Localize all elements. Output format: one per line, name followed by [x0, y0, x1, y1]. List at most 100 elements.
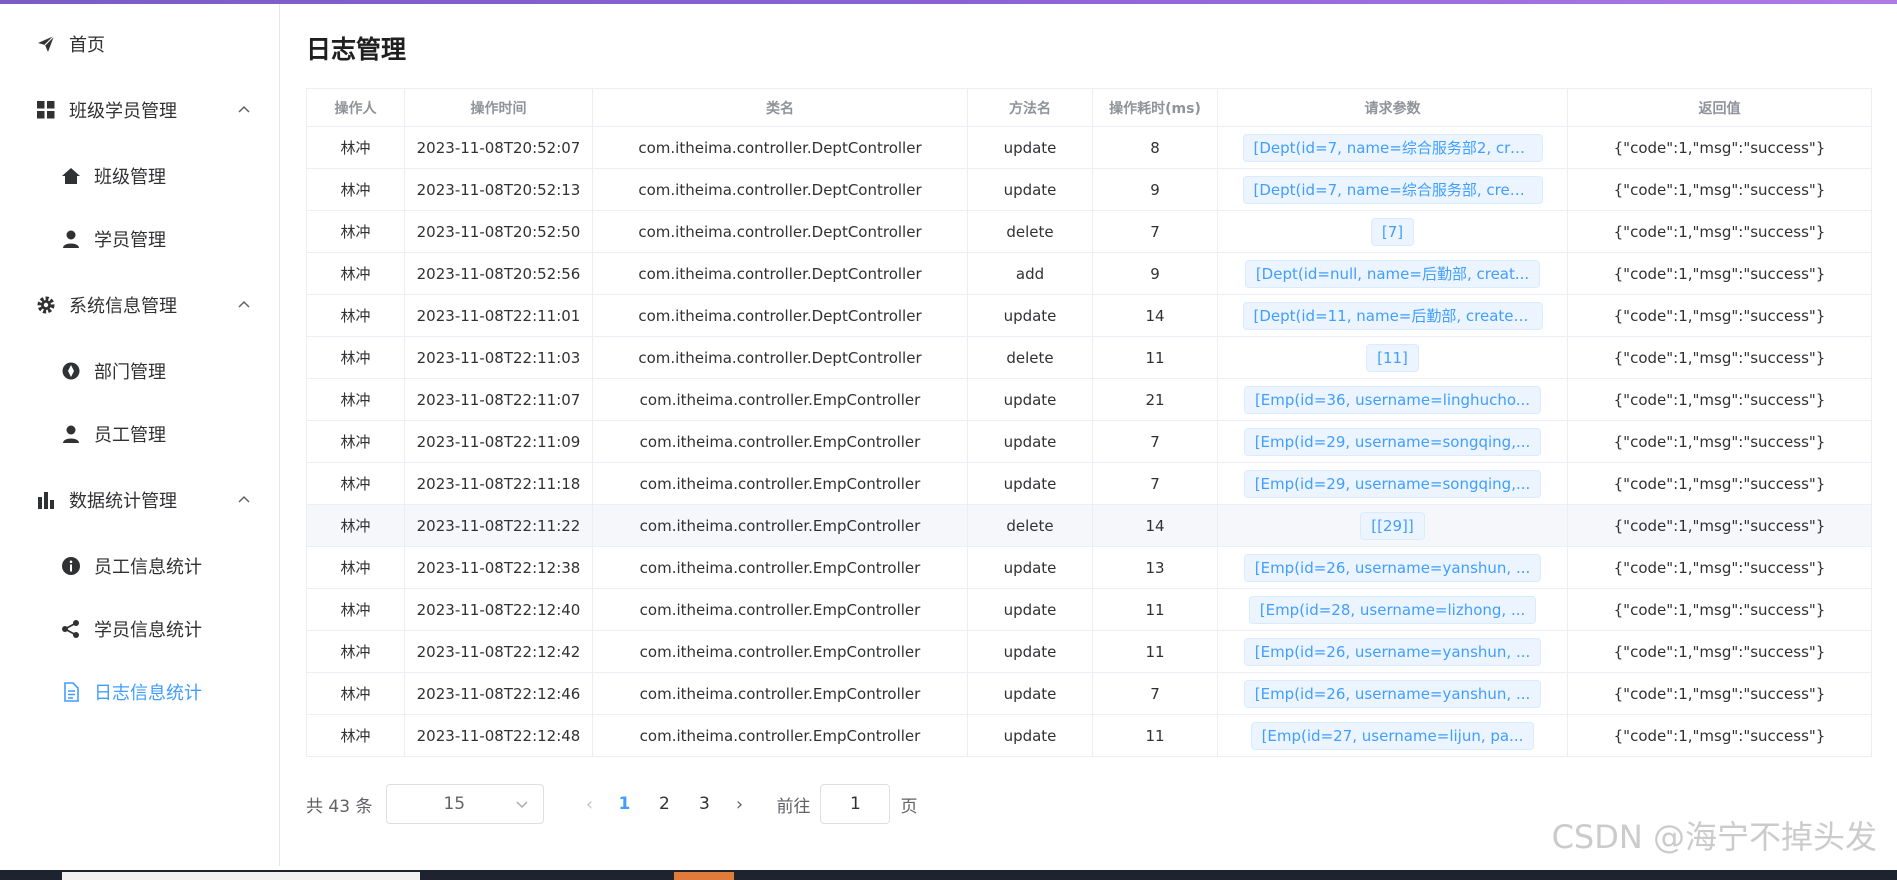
- cell-operator: 林冲: [306, 504, 405, 547]
- cell-class: com.itheima.controller.DeptController: [592, 336, 968, 379]
- cell-class: com.itheima.controller.DeptController: [592, 252, 968, 295]
- params-tag[interactable]: [Emp(id=29, username=songqing,...: [1243, 469, 1542, 498]
- cell-return: {"code":1,"msg":"success"}: [1567, 630, 1872, 673]
- column-header-params: 请求参数: [1217, 88, 1568, 127]
- sidebar-group-class-student[interactable]: 班级学员管理: [0, 82, 279, 138]
- home-icon: [60, 165, 82, 187]
- params-tag[interactable]: [Dept(id=null, name=后勤部, creat...: [1244, 259, 1541, 288]
- cell-method: delete: [967, 504, 1093, 547]
- cell-operator: 林冲: [306, 630, 405, 673]
- cell-method: update: [967, 462, 1093, 505]
- table-row: 林冲 2023-11-08T22:11:09 com.itheima.control…: [306, 420, 1872, 463]
- cell-return: {"code":1,"msg":"success"}: [1567, 378, 1872, 421]
- params-tag[interactable]: [[29]]: [1360, 511, 1425, 540]
- page-number-2[interactable]: 2: [644, 794, 684, 814]
- cell-class: com.itheima.controller.DeptController: [592, 168, 968, 211]
- cell-method: update: [967, 714, 1093, 757]
- params-tag[interactable]: [Emp(id=29, username=songqing,...: [1243, 427, 1542, 456]
- cell-return: {"code":1,"msg":"success"}: [1567, 672, 1872, 715]
- cell-time: 2023-11-08T22:12:40: [404, 588, 593, 631]
- cell-time: 2023-11-08T22:11:01: [404, 294, 593, 337]
- taskbar-item[interactable]: [62, 872, 420, 880]
- params-tag[interactable]: [Emp(id=26, username=yanshun, ...: [1243, 637, 1542, 666]
- next-page-button[interactable]: ›: [724, 794, 754, 815]
- params-tag[interactable]: [Dept(id=7, name=综合服务部2, creat...: [1242, 133, 1543, 162]
- cell-class: com.itheima.controller.DeptController: [592, 126, 968, 169]
- taskbar-item[interactable]: [674, 872, 734, 880]
- cell-time: 2023-11-08T20:52:56: [404, 252, 593, 295]
- params-tag[interactable]: [Emp(id=36, username=linghucho...: [1243, 385, 1542, 414]
- cell-return: {"code":1,"msg":"success"}: [1567, 546, 1872, 589]
- params-tag[interactable]: [Dept(id=7, name=综合服务部, create...: [1242, 175, 1543, 204]
- cell-operator: 林冲: [306, 672, 405, 715]
- cell-method: update: [967, 168, 1093, 211]
- sidebar-item-label: 首页: [69, 35, 105, 56]
- log-table: 操作人 操作时间 类名 方法名 操作耗时(ms) 请求参数 返回值 林冲 2023…: [306, 88, 1872, 757]
- cell-return: {"code":1,"msg":"success"}: [1567, 336, 1872, 379]
- sidebar-item-employee-management[interactable]: 员工管理: [0, 406, 279, 462]
- cell-method: update: [967, 672, 1093, 715]
- user-icon: [60, 423, 82, 445]
- params-tag[interactable]: [Emp(id=26, username=yanshun, ...: [1243, 679, 1542, 708]
- params-tag[interactable]: [Dept(id=11, name=后勤部, createT...: [1242, 301, 1543, 330]
- sidebar-item-student-management[interactable]: 学员管理: [0, 211, 279, 267]
- table-row: 林冲 2023-11-08T20:52:56 com.itheima.control…: [306, 252, 1872, 295]
- cell-class: com.itheima.controller.DeptController: [592, 294, 968, 337]
- sidebar-item-dept-management[interactable]: 部门管理: [0, 343, 279, 399]
- cell-operator: 林冲: [306, 378, 405, 421]
- cell-cost: 9: [1092, 252, 1218, 295]
- document-icon: [60, 681, 82, 703]
- chevron-up-icon: [238, 495, 250, 503]
- column-header-method: 方法名: [967, 88, 1093, 127]
- cell-cost: 7: [1092, 210, 1218, 253]
- sidebar-item-employee-stats[interactable]: 员工信息统计: [0, 538, 279, 594]
- table-row: 林冲 2023-11-08T22:11:22 com.itheima.control…: [306, 504, 1872, 547]
- sidebar-item-home[interactable]: 首页: [0, 16, 279, 72]
- page-number-1[interactable]: 1: [604, 794, 644, 814]
- cell-cost: 7: [1092, 462, 1218, 505]
- cell-method: update: [967, 420, 1093, 463]
- cell-return: {"code":1,"msg":"success"}: [1567, 462, 1872, 505]
- table-row: 林冲 2023-11-08T22:12:48 com.itheima.control…: [306, 714, 1872, 757]
- params-tag[interactable]: [11]: [1366, 343, 1419, 372]
- sidebar-item-student-stats[interactable]: 学员信息统计: [0, 601, 279, 657]
- page-size-select[interactable]: 15: [386, 784, 545, 824]
- table-row: 林冲 2023-11-08T22:11:01 com.itheima.control…: [306, 294, 1872, 337]
- cell-operator: 林冲: [306, 546, 405, 589]
- sidebar-group-data-stats[interactable]: 数据统计管理: [0, 472, 279, 528]
- sidebar-item-class-management[interactable]: 班级管理: [0, 148, 279, 204]
- page-number-3[interactable]: 3: [684, 794, 724, 814]
- cell-method: update: [967, 588, 1093, 631]
- cell-return: {"code":1,"msg":"success"}: [1567, 210, 1872, 253]
- cell-return: {"code":1,"msg":"success"}: [1567, 294, 1872, 337]
- cell-time: 2023-11-08T22:12:38: [404, 546, 593, 589]
- goto-page-input[interactable]: 1: [820, 784, 891, 824]
- cell-cost: 14: [1092, 294, 1218, 337]
- params-tag[interactable]: [Emp(id=26, username=yanshun, ...: [1243, 553, 1542, 582]
- params-tag[interactable]: [Emp(id=28, username=lizhong, ...: [1248, 595, 1537, 624]
- params-tag[interactable]: [Emp(id=27, username=lijun, pa...: [1250, 721, 1535, 750]
- sidebar-item-log-stats[interactable]: 日志信息统计: [0, 664, 279, 720]
- chevron-up-icon: [238, 105, 250, 113]
- share-icon: [60, 618, 82, 640]
- prev-page-button[interactable]: ‹: [574, 794, 604, 815]
- cell-operator: 林冲: [306, 210, 405, 253]
- sidebar-group-system-info[interactable]: 系统信息管理: [0, 277, 279, 333]
- page-title: 日志管理: [306, 35, 407, 64]
- cell-cost: 21: [1092, 378, 1218, 421]
- table-header-row: 操作人 操作时间 类名 方法名 操作耗时(ms) 请求参数 返回值: [306, 88, 1872, 127]
- cell-time: 2023-11-08T22:11:07: [404, 378, 593, 421]
- cell-operator: 林冲: [306, 294, 405, 337]
- cell-params: [Emp(id=28, username=lizhong, ...: [1217, 588, 1568, 631]
- cell-params: [11]: [1217, 336, 1568, 379]
- cell-time: 2023-11-08T22:11:18: [404, 462, 593, 505]
- table-row: 林冲 2023-11-08T20:52:50 com.itheima.control…: [306, 210, 1872, 253]
- cell-time: 2023-11-08T22:12:46: [404, 672, 593, 715]
- params-tag[interactable]: [7]: [1370, 217, 1415, 246]
- cell-class: com.itheima.controller.EmpController: [592, 588, 968, 631]
- cell-cost: 14: [1092, 504, 1218, 547]
- table-body: 林冲 2023-11-08T20:52:07 com.itheima.control…: [306, 126, 1872, 757]
- cell-class: com.itheima.controller.EmpController: [592, 420, 968, 463]
- cell-return: {"code":1,"msg":"success"}: [1567, 588, 1872, 631]
- cell-method: update: [967, 294, 1093, 337]
